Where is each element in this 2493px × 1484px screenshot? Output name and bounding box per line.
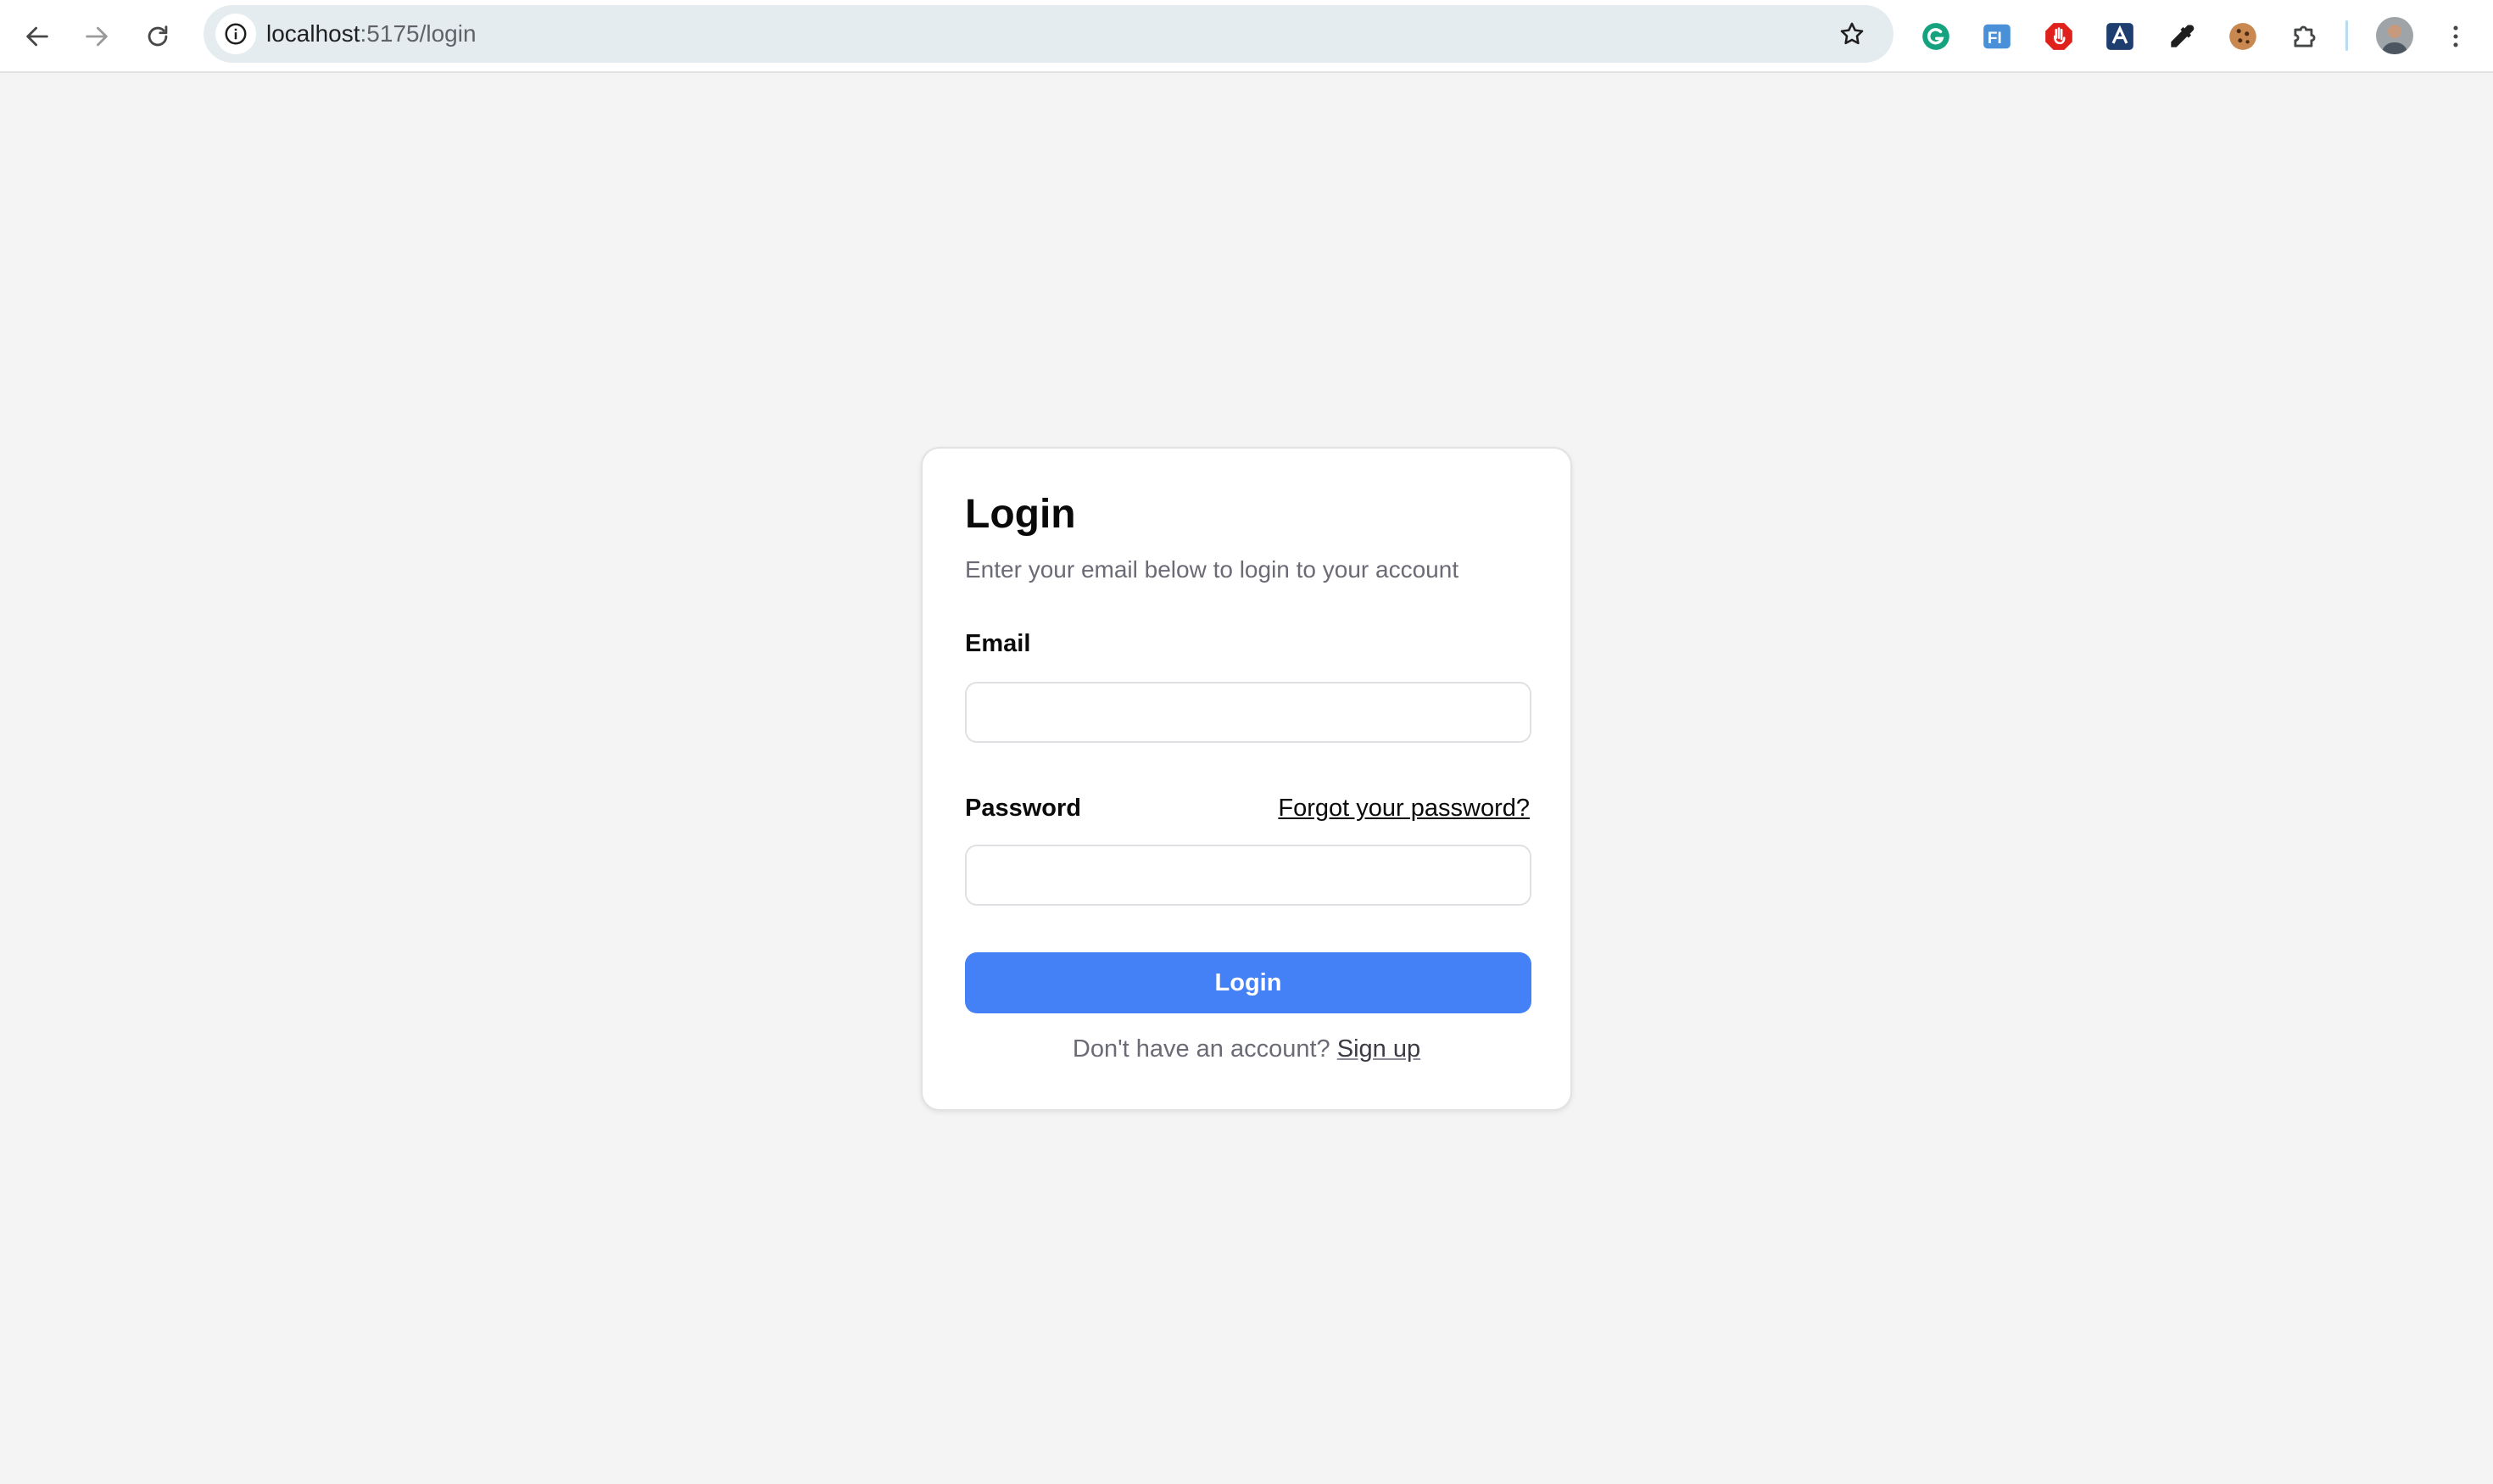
info-icon [225,23,247,45]
avatar-icon [2376,17,2413,54]
page-title: Login [965,492,1076,537]
login-card: Login Enter your email below to login to… [921,447,1572,1111]
signup-prompt: Don't have an account? Sign up [923,1034,1570,1064]
reload-icon [148,25,168,47]
arrow-right-icon [86,26,108,47]
fi-extension[interactable]: FI [1976,15,2018,58]
email-field[interactable] [965,682,1531,743]
extensions-button[interactable] [2284,15,2326,58]
email-label: Email [965,630,1031,657]
cookie-extension[interactable] [2222,15,2264,58]
arrow-left-icon [26,26,48,47]
svg-text:FI: FI [1988,30,2002,47]
toolbar-separator [2345,20,2348,51]
site-info-button[interactable] [215,14,256,54]
more-vertical-icon [2453,25,2458,47]
signup-prompt-text: Don't have an account? [1072,1035,1337,1063]
login-button[interactable]: Login [965,952,1531,1013]
url-text[interactable]: localhost:5175/login [266,5,477,63]
url-path: :5175/login [360,20,477,47]
star-icon [1840,22,1864,45]
adblock-icon [2045,23,2072,50]
signup-link[interactable]: Sign up [1337,1035,1420,1063]
cookie-icon [2229,23,2256,50]
eyedropper-extension[interactable] [2161,15,2203,58]
address-bar[interactable]: localhost:5175/login [204,5,1893,63]
adblock-extension[interactable] [2038,15,2080,58]
extension-a[interactable] [2099,15,2141,58]
password-field[interactable] [965,845,1531,906]
grammarly-extension[interactable] [1915,15,1957,58]
back-button[interactable] [15,14,59,59]
url-host: localhost [266,20,360,47]
bookmark-button[interactable] [1833,15,1871,53]
eyedropper-icon [2171,25,2195,47]
browser-menu-button[interactable] [2439,15,2473,58]
fi-icon: FI [1983,24,2011,49]
reload-button[interactable] [136,14,180,59]
forward-button[interactable] [75,14,119,59]
extension-a-icon [2106,23,2133,50]
password-label: Password [965,795,1081,822]
profile-avatar[interactable] [2376,17,2413,54]
grammarly-icon [1922,23,1949,50]
forgot-password-link[interactable]: Forgot your password? [1278,793,1530,823]
browser-toolbar: localhost:5175/login FI [0,0,2493,73]
login-subtitle: Enter your email below to login to your … [965,556,1459,583]
puzzle-icon [2294,25,2316,47]
